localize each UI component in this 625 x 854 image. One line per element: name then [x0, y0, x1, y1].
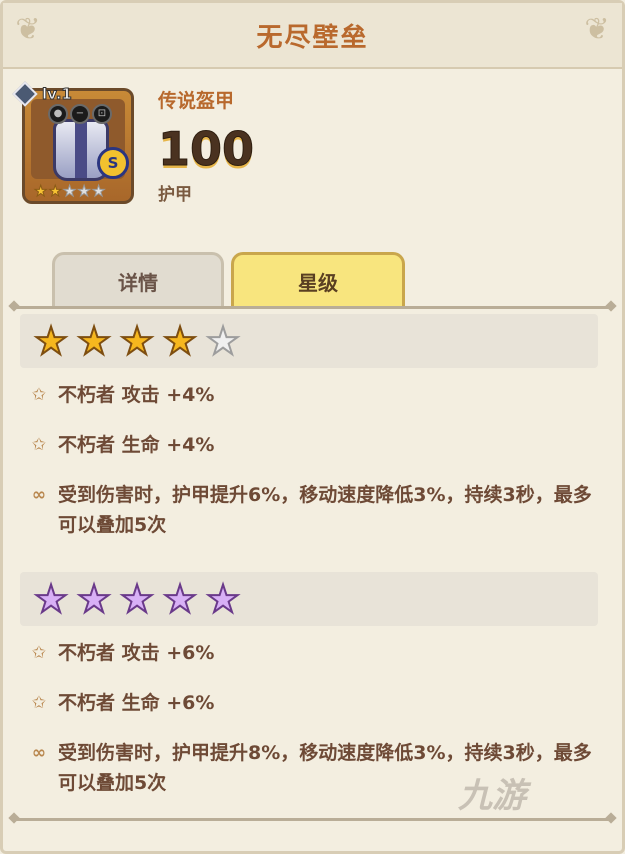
- tier-star-rating: ★ ★ ★ ★ ★: [32, 577, 242, 621]
- star-filled-icon: ★: [48, 182, 62, 200]
- star-outline-icon: ✩: [31, 643, 47, 663]
- level-diamond-icon: [12, 81, 38, 107]
- tier-star-band: ★ ★ ★ ★ ★: [20, 314, 598, 368]
- tab-divider: [14, 306, 611, 309]
- gold-star-icon: ★: [33, 319, 69, 363]
- armor-stripe: [75, 122, 87, 178]
- bottom-divider: [14, 818, 611, 821]
- page-title: 无尽壁垒: [256, 22, 369, 53]
- coin-badge-icon: S: [97, 147, 129, 179]
- star-empty-icon: ★: [205, 319, 241, 363]
- rainbow-star-icon: ★: [205, 577, 241, 621]
- gem-slot-icon: ●: [48, 104, 68, 124]
- gold-star-icon: ★: [76, 319, 112, 363]
- star-empty-icon: ★: [62, 182, 77, 200]
- gold-star-icon: ★: [119, 319, 155, 363]
- loop-icon: ∞: [31, 485, 47, 505]
- rainbow-star-icon: ★: [162, 577, 198, 621]
- rainbow-star-icon: ★: [119, 577, 155, 621]
- bonus-text: 受到伤害时，护甲提升6%，移动速度降低3%，持续3秒，最多可以叠加5次: [58, 484, 592, 536]
- bonus-text: 不朽者 攻击 +6%: [58, 642, 215, 664]
- star-outline-icon: ✩: [31, 385, 47, 405]
- star-empty-icon: ★: [77, 182, 91, 200]
- loop-icon: ∞: [31, 743, 47, 763]
- rainbow-star-icon: ★: [33, 577, 69, 621]
- item-star-rating: ★ ★ ★ ★ ★: [33, 182, 106, 200]
- corner-ornament-icon: ❦: [15, 12, 41, 47]
- level-text: lv.1: [42, 85, 73, 104]
- item-rarity: 传说盔甲: [158, 90, 235, 112]
- gem-slot-icon: −: [70, 104, 90, 124]
- lock-icon: ⊡: [92, 104, 112, 124]
- stat-value: 100: [157, 122, 255, 177]
- level-badge: lv.1: [12, 81, 73, 107]
- bonus-text: 不朽者 攻击 +4%: [58, 384, 215, 406]
- bonus-line: ✩ 不朽者 攻击 +6%: [28, 638, 598, 668]
- gold-star-icon: ★: [162, 319, 198, 363]
- stat-name: 护甲: [158, 185, 192, 205]
- star-outline-icon: ✩: [31, 435, 47, 455]
- star-empty-icon: ★: [91, 182, 106, 200]
- tab-star-level[interactable]: 星级: [231, 252, 405, 308]
- bonus-text: 不朽者 生命 +4%: [58, 434, 215, 456]
- bonus-line: ✩ 不朽者 生命 +4%: [28, 430, 598, 460]
- rainbow-star-icon: ★: [76, 577, 112, 621]
- gem-slots: ● − ⊡: [48, 104, 112, 124]
- tier-star-rating: ★ ★ ★ ★ ★: [32, 319, 242, 363]
- tab-details[interactable]: 详情: [52, 252, 224, 308]
- title-bar: 无尽壁垒: [3, 3, 622, 69]
- corner-ornament-icon: ❦: [584, 12, 610, 47]
- bonus-line: ∞ 受到伤害时，护甲提升6%，移动速度降低3%，持续3秒，最多可以叠加5次: [28, 480, 598, 540]
- star-filled-icon: ★: [33, 182, 48, 200]
- watermark-logo: 九游: [458, 776, 526, 816]
- bonus-line: ✩ 不朽者 攻击 +4%: [28, 380, 598, 410]
- tier-star-band: ★ ★ ★ ★ ★: [20, 572, 598, 626]
- star-outline-icon: ✩: [31, 693, 47, 713]
- bonus-line: ✩ 不朽者 生命 +6%: [28, 688, 598, 718]
- bonus-text: 不朽者 生命 +6%: [58, 692, 215, 714]
